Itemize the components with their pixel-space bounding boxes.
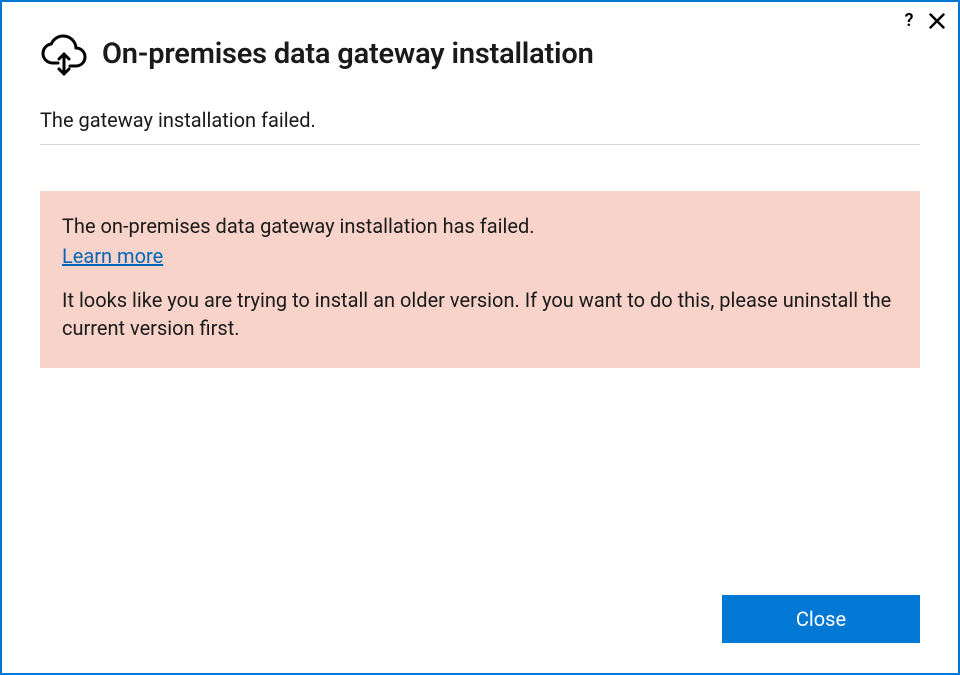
content-area: On-premises data gateway installation Th… xyxy=(2,2,958,595)
footer: Close xyxy=(2,595,958,673)
help-icon[interactable]: ? xyxy=(900,10,918,31)
error-panel: The on-premises data gateway installatio… xyxy=(40,191,920,368)
close-icon[interactable] xyxy=(928,12,946,30)
titlebar-controls: ? xyxy=(900,10,946,31)
error-detail-text: It looks like you are trying to install … xyxy=(62,286,898,342)
header: On-premises data gateway installation xyxy=(40,30,920,78)
page-title: On-premises data gateway installation xyxy=(102,37,594,71)
status-message: The gateway installation failed. xyxy=(40,108,920,145)
learn-more-link[interactable]: Learn more xyxy=(62,244,163,268)
installer-window: ? On-premises data gateway installation … xyxy=(0,0,960,675)
cloud-gateway-icon xyxy=(40,30,88,78)
error-primary-text: The on-premises data gateway installatio… xyxy=(62,213,898,240)
close-button[interactable]: Close xyxy=(722,595,920,643)
